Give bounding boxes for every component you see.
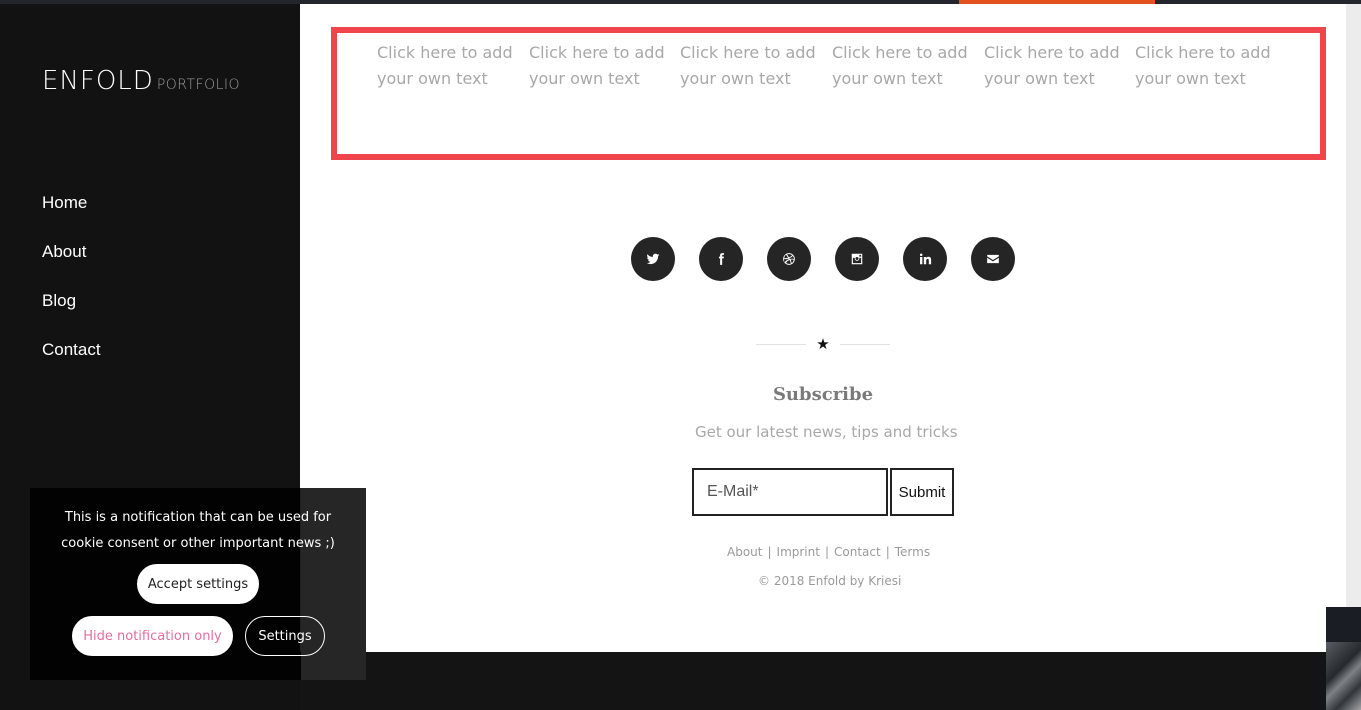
copyright: © 2018 Enfold by Kriesi bbox=[758, 574, 902, 588]
divider-line bbox=[756, 344, 806, 345]
text-column[interactable]: Click here to add your own text bbox=[529, 40, 669, 92]
twitter-icon[interactable] bbox=[631, 237, 675, 281]
text-column-line: Click here to add bbox=[1135, 43, 1271, 62]
section-divider: ★ bbox=[756, 333, 890, 355]
main-nav: Home About Blog Contact bbox=[42, 191, 101, 387]
text-column[interactable]: Click here to add your own text bbox=[1135, 40, 1275, 92]
footer-link-about[interactable]: About bbox=[727, 545, 762, 559]
cookie-message-line: cookie consent or other important news ;… bbox=[61, 536, 335, 551]
logo-sub-text: PORTFOLIO bbox=[156, 77, 241, 93]
text-column[interactable]: Click here to add your own text bbox=[377, 40, 517, 92]
text-column-line: your own text bbox=[832, 69, 943, 88]
footer-link-imprint[interactable]: Imprint bbox=[777, 545, 820, 559]
nav-link-contact[interactable]: Contact bbox=[42, 338, 101, 360]
submit-button[interactable]: Submit bbox=[890, 468, 954, 516]
scrollbar-track[interactable] bbox=[1346, 4, 1361, 710]
text-column-line: your own text bbox=[529, 69, 640, 88]
nav-item-about: About bbox=[42, 240, 101, 289]
dribbble-icon[interactable] bbox=[767, 237, 811, 281]
linkedin-icon[interactable] bbox=[903, 237, 947, 281]
nav-link-blog[interactable]: Blog bbox=[42, 289, 76, 311]
text-column-line: Click here to add bbox=[377, 43, 513, 62]
nav-item-blog: Blog bbox=[42, 289, 101, 338]
thumbnail-image bbox=[1326, 642, 1361, 710]
logo-main-text: ENFOLD bbox=[42, 66, 154, 96]
text-column-line: your own text bbox=[1135, 69, 1246, 88]
footer-link-contact[interactable]: Contact bbox=[834, 545, 881, 559]
facebook-icon[interactable] bbox=[699, 237, 743, 281]
divider-line bbox=[840, 344, 890, 345]
subscribe-title: Subscribe bbox=[772, 384, 874, 405]
text-column-line: Click here to add bbox=[529, 43, 665, 62]
text-column-line: your own text bbox=[377, 69, 488, 88]
social-icons bbox=[631, 237, 1015, 281]
cookie-message-line: This is a notification that can be used … bbox=[64, 510, 332, 525]
email-input[interactable] bbox=[692, 468, 888, 516]
star-icon: ★ bbox=[816, 335, 830, 353]
footer-separator: | bbox=[885, 545, 890, 559]
footer-link-terms[interactable]: Terms bbox=[895, 545, 930, 559]
text-column-line: Click here to add bbox=[832, 43, 968, 62]
text-column-line: Click here to add bbox=[984, 43, 1120, 62]
footer-links: About | Imprint | Contact | Terms bbox=[727, 545, 930, 559]
text-column[interactable]: Click here to add your own text bbox=[680, 40, 820, 92]
nav-link-about[interactable]: About bbox=[42, 240, 86, 262]
cookie-settings-button[interactable]: Settings bbox=[245, 616, 325, 656]
nav-link-home[interactable]: Home bbox=[42, 191, 87, 213]
cookie-message: This is a notification that can be used … bbox=[30, 505, 366, 557]
text-column-line: your own text bbox=[680, 69, 791, 88]
accept-settings-button[interactable]: Accept settings bbox=[137, 564, 259, 604]
text-column-line: Click here to add bbox=[680, 43, 816, 62]
image-thumbnail bbox=[1326, 607, 1361, 710]
text-column-line: your own text bbox=[984, 69, 1095, 88]
subscribe-subtitle: Get our latest news, tips and tricks bbox=[695, 423, 958, 441]
nav-item-home: Home bbox=[42, 191, 101, 240]
page-bottom-area bbox=[300, 652, 1326, 710]
footer-separator: | bbox=[824, 545, 830, 559]
instagram-icon[interactable] bbox=[835, 237, 879, 281]
footer-separator: | bbox=[767, 545, 772, 559]
site-logo[interactable]: ENFOLD PORTFOLIO bbox=[42, 68, 240, 94]
nav-item-contact: Contact bbox=[42, 338, 101, 387]
mail-icon[interactable] bbox=[971, 237, 1015, 281]
page: ENFOLD PORTFOLIO Home About Blog Contact… bbox=[0, 0, 1361, 710]
text-column[interactable]: Click here to add your own text bbox=[832, 40, 972, 92]
text-column[interactable]: Click here to add your own text bbox=[984, 40, 1124, 92]
hide-notification-button[interactable]: Hide notification only bbox=[72, 616, 233, 656]
